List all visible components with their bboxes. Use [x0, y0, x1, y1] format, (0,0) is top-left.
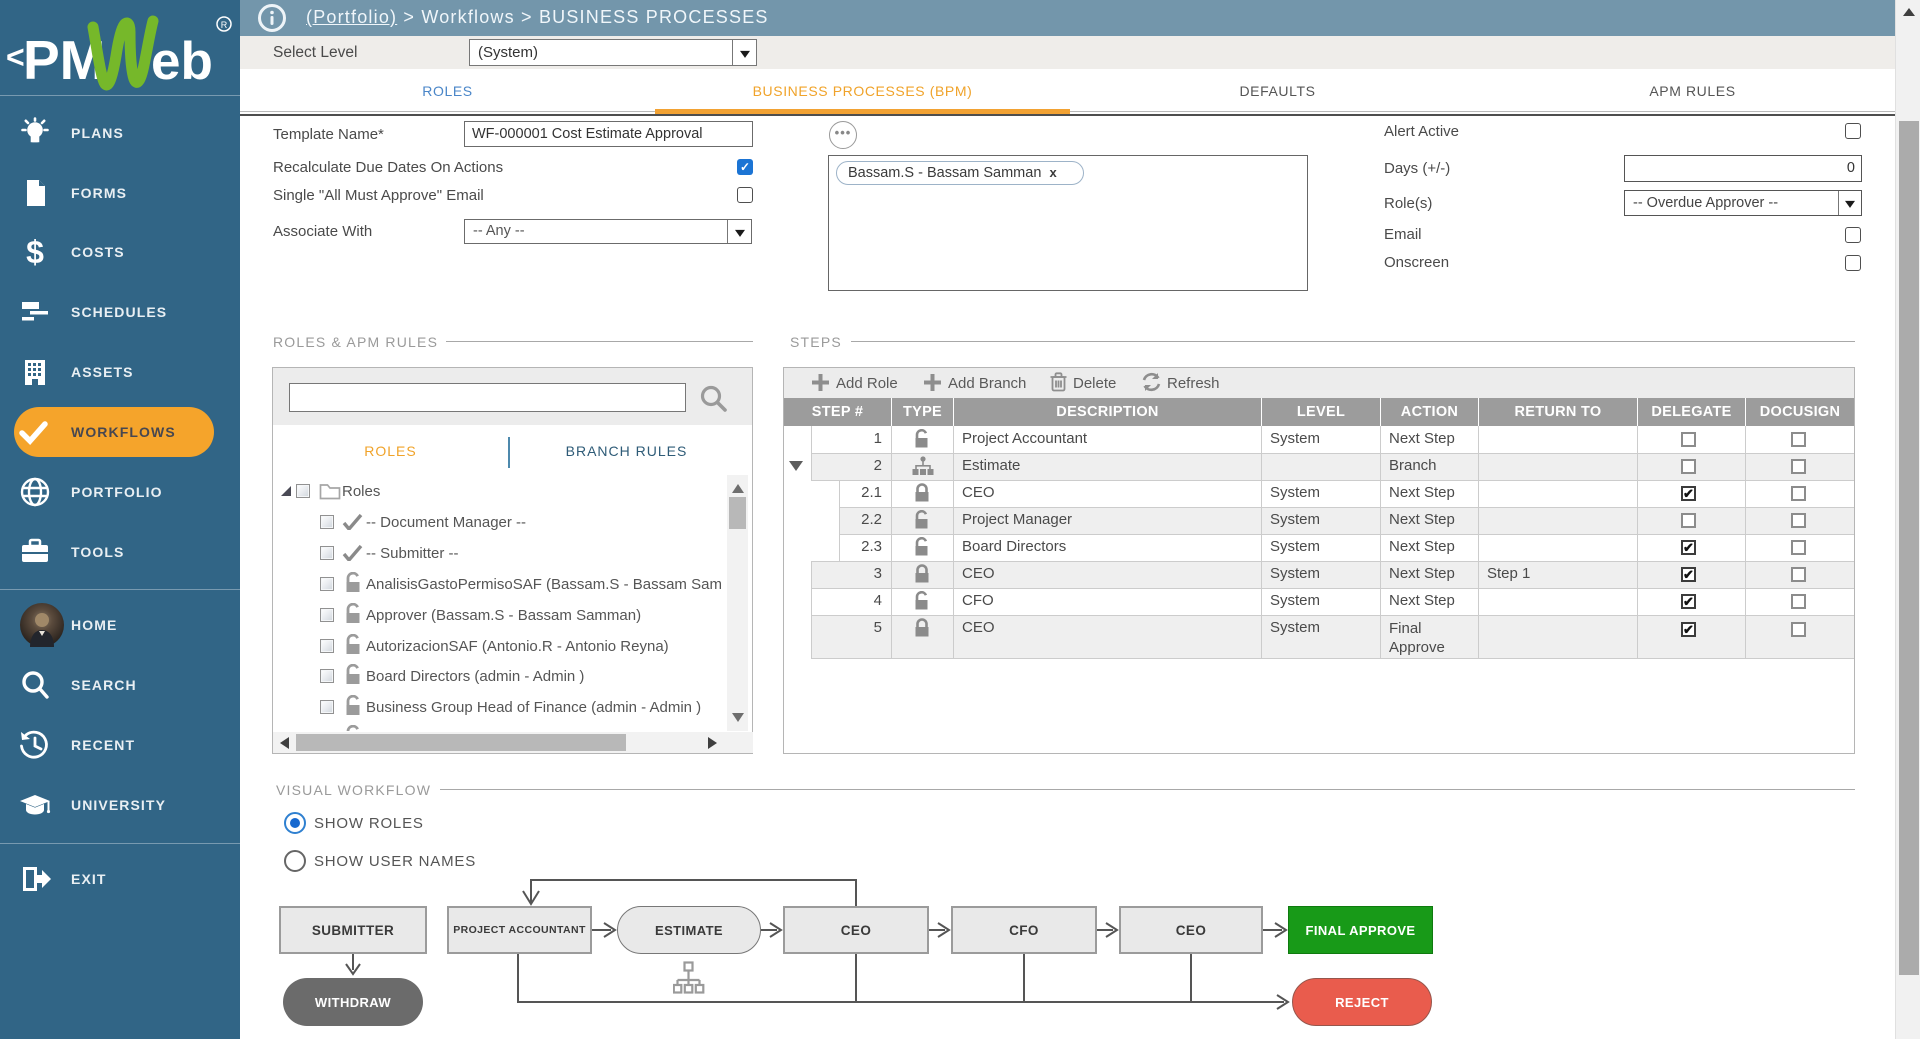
svg-text:eb: eb [151, 32, 213, 91]
svg-text:<: < [6, 39, 25, 75]
svg-text:$: $ [26, 235, 44, 269]
svg-text:R: R [221, 20, 228, 30]
